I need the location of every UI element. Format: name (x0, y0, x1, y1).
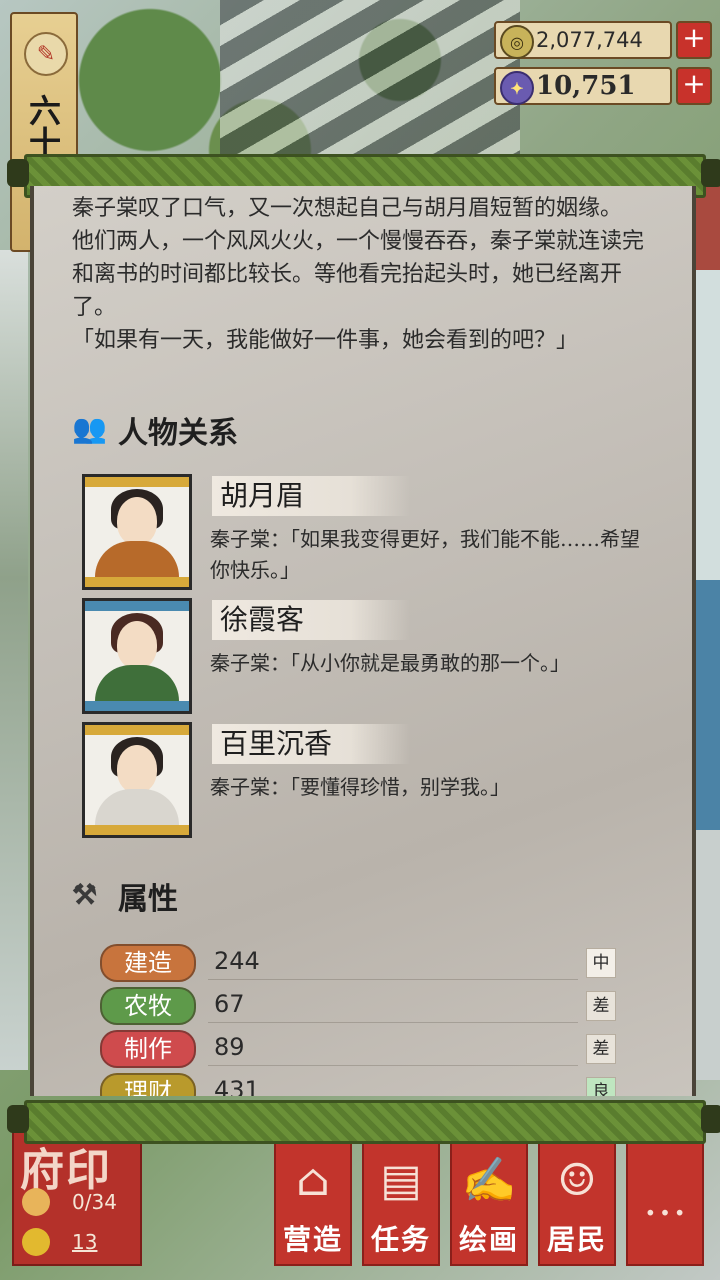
attribute-label: 制作 (100, 1030, 196, 1068)
scroll-bottom-rod (7, 1100, 720, 1144)
portrait-frame (85, 577, 189, 587)
task-scroll-icon: ▤ (380, 1155, 422, 1206)
coin-amount: 2,077,744 (536, 28, 643, 52)
residents-button[interactable]: ☺ 居民 (538, 1140, 616, 1266)
resident-count: 0/34 (72, 1190, 117, 1214)
portrait-face (117, 497, 157, 545)
attribute-grade: 差 (586, 1034, 616, 1064)
relation-item[interactable]: 百里沉香 秦子棠：「要懂得珍惜，别学我。」 (82, 722, 682, 838)
attributes-title: 属性 (118, 882, 178, 917)
relation-quote: 秦子棠：「如果我变得更好，我们能不能……希望你快乐。」 (210, 527, 640, 582)
character-story: 秦子棠叹了口气，又一次想起自己与胡月眉短暂的姻缘。 他们两人，一个风风火火，一个… (72, 192, 662, 357)
resident-icon: ☺ (557, 1155, 597, 1206)
relation-item[interactable]: 胡月眉 秦子棠：「如果我变得更好，我们能不能……希望你快乐。」 (82, 474, 682, 590)
residents-label: 居民 (546, 1223, 607, 1256)
gem-counter: ✦ 10,751 + (494, 66, 712, 106)
attribute-grade: 中 (586, 948, 616, 978)
painting-label: 绘画 (458, 1223, 519, 1256)
attribute-divider (208, 1065, 578, 1066)
relation-name: 徐霞客 (212, 600, 410, 640)
painting-icon: ✍ (461, 1155, 517, 1206)
portrait-robe (95, 789, 179, 825)
resident-count-row: 0/34 (22, 1188, 117, 1216)
jade-icon: ✦ (500, 71, 534, 105)
coin-counter: ◎ 2,077,744 + (494, 20, 712, 60)
town-rooftops (220, 0, 520, 160)
attribute-value: 244 (214, 947, 260, 975)
relation-name: 百里沉香 (212, 724, 410, 764)
relations-heading: 👥 人物关系 (72, 408, 238, 452)
story-line: 秦子棠叹了口气，又一次想起自己与胡月眉短暂的姻缘。 (72, 196, 623, 221)
attribute-value: 431 (214, 1076, 260, 1096)
relation-quote: 秦子棠：「从小你就是最勇敢的那一个。」 (210, 651, 570, 675)
attributes-icon: ⚒ (72, 878, 98, 911)
construction-icon: ⌂ (296, 1155, 330, 1206)
attribute-label: 建造 (100, 944, 196, 982)
portrait-face (117, 745, 157, 793)
token-count: 13 (72, 1230, 98, 1254)
more-icon: … (643, 1175, 687, 1226)
story-line: 「如果有一天，我能做好一件事，她会看到的吧？」 (72, 328, 579, 353)
resident-icon (22, 1188, 50, 1216)
construction-button[interactable]: ⌂ 营造 (274, 1140, 352, 1266)
painting-button[interactable]: ✍ 绘画 (450, 1140, 528, 1266)
portrait-frame (85, 825, 189, 835)
gem-amount: 10,751 (536, 71, 636, 101)
tasks-button[interactable]: ▤ 任务 (362, 1140, 440, 1266)
attribute-label: 农牧 (100, 987, 196, 1025)
brush-icon: ✎ (24, 32, 68, 76)
tasks-label: 任务 (370, 1223, 431, 1256)
relation-name: 胡月眉 (212, 476, 410, 516)
portrait-frame (85, 701, 189, 711)
relations-title: 人物关系 (118, 416, 238, 451)
relation-item[interactable]: 徐霞客 秦子棠：「从小你就是最勇敢的那一个。」 (82, 598, 682, 714)
portrait-robe (95, 665, 179, 701)
portrait-frame (85, 477, 189, 487)
attribute-divider (208, 979, 578, 980)
attribute-grade: 差 (586, 991, 616, 1021)
attribute-row: 理财 431 良 (100, 1071, 640, 1096)
token-count-row: 13 (22, 1228, 97, 1256)
attribute-row: 建造 244 中 (100, 942, 640, 982)
attribute-value: 89 (214, 1033, 245, 1061)
attribute-row: 制作 89 差 (100, 1028, 640, 1068)
token-icon (22, 1228, 50, 1256)
town-level-text: 六十 (24, 94, 62, 158)
attribute-value: 67 (214, 990, 245, 1018)
more-button[interactable]: … (626, 1140, 704, 1266)
portrait-face (117, 621, 157, 669)
portrait-frame (85, 601, 189, 611)
coin-icon: ◎ (500, 25, 534, 59)
couple-icon: 👥 (72, 412, 107, 445)
character-portrait[interactable] (82, 598, 192, 714)
attributes-heading: ⚒ 属性 (72, 874, 178, 918)
town-left-edge (0, 250, 28, 1070)
portrait-robe (95, 541, 179, 577)
add-gems-button[interactable]: + (676, 67, 712, 105)
story-line: 他们两人，一个风风火火，一个慢慢吞吞，秦子棠就连读完和离书的时间都比较长。等他看… (72, 229, 645, 320)
portrait-frame (85, 725, 189, 735)
attribute-row: 农牧 67 差 (100, 985, 640, 1025)
mansion-seal-panel[interactable]: 府印 0/34 13 (12, 1130, 142, 1266)
character-detail-scroll[interactable]: 秦子棠叹了口气，又一次想起自己与胡月眉短暂的姻缘。 他们两人，一个风风火火，一个… (30, 186, 696, 1096)
character-portrait[interactable] (82, 722, 192, 838)
construction-label: 营造 (282, 1223, 343, 1256)
relation-quote: 秦子棠：「要懂得珍惜，别学我。」 (210, 775, 510, 799)
attribute-divider (208, 1022, 578, 1023)
attribute-grade: 良 (586, 1077, 616, 1096)
add-coins-button[interactable]: + (676, 21, 712, 59)
character-portrait[interactable] (82, 474, 192, 590)
attribute-label: 理财 (100, 1073, 196, 1096)
